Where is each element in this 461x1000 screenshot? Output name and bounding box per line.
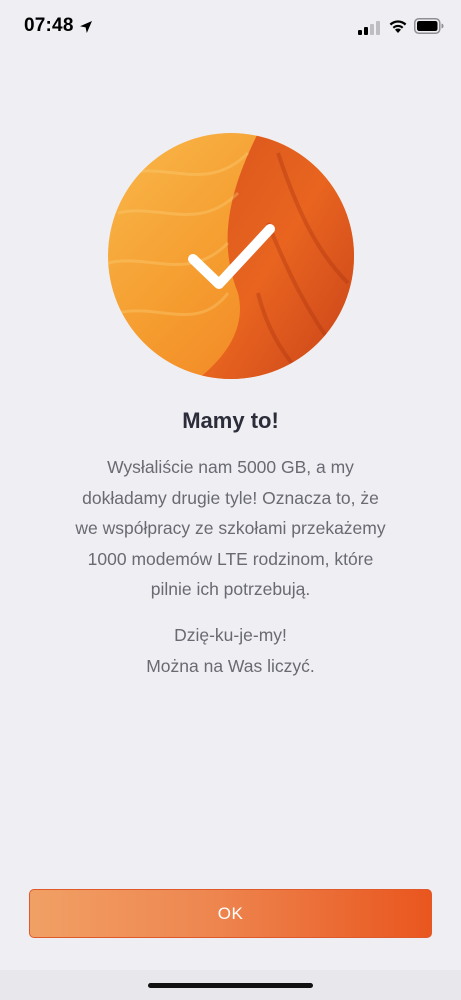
message-line: Wysłaliście nam 5000 GB, a my [107, 457, 354, 477]
cellular-signal-icon [358, 21, 380, 35]
message-line: 1000 modemów LTE rodzinom, które [87, 548, 374, 569]
status-time: 07:48 [24, 15, 74, 36]
wifi-icon [389, 20, 407, 33]
status-bar: 07:48 [0, 0, 461, 54]
success-message: Wysłaliście nam 5000 GB, a my dokładamy … [60, 452, 401, 605]
thanks-line: Dzię-ku-je-my! [174, 625, 287, 645]
ok-button[interactable]: OK [29, 889, 432, 938]
success-illustration [108, 133, 354, 379]
orange-swirl-image [108, 133, 354, 379]
thanks-line: Można na Was liczyć. [146, 655, 315, 676]
success-screen: 07:48 Mamy to! Wysłaliście nam 5000 GB, … [0, 0, 461, 1000]
home-indicator[interactable] [148, 983, 313, 988]
message-line: dokładamy drugie tyle! Oznacza to, że [82, 487, 379, 508]
location-arrow-icon [80, 21, 92, 33]
battery-icon [414, 18, 444, 34]
message-line: we współpracy ze szkołami przekażemy [75, 518, 386, 538]
thanks-message: Dzię-ku-je-my! Można na Was liczyć. [0, 620, 461, 681]
message-line: pilnie ich potrzebują. [150, 579, 311, 599]
ok-button-label: OK [217, 903, 244, 923]
success-title: Mamy to! [182, 408, 279, 433]
